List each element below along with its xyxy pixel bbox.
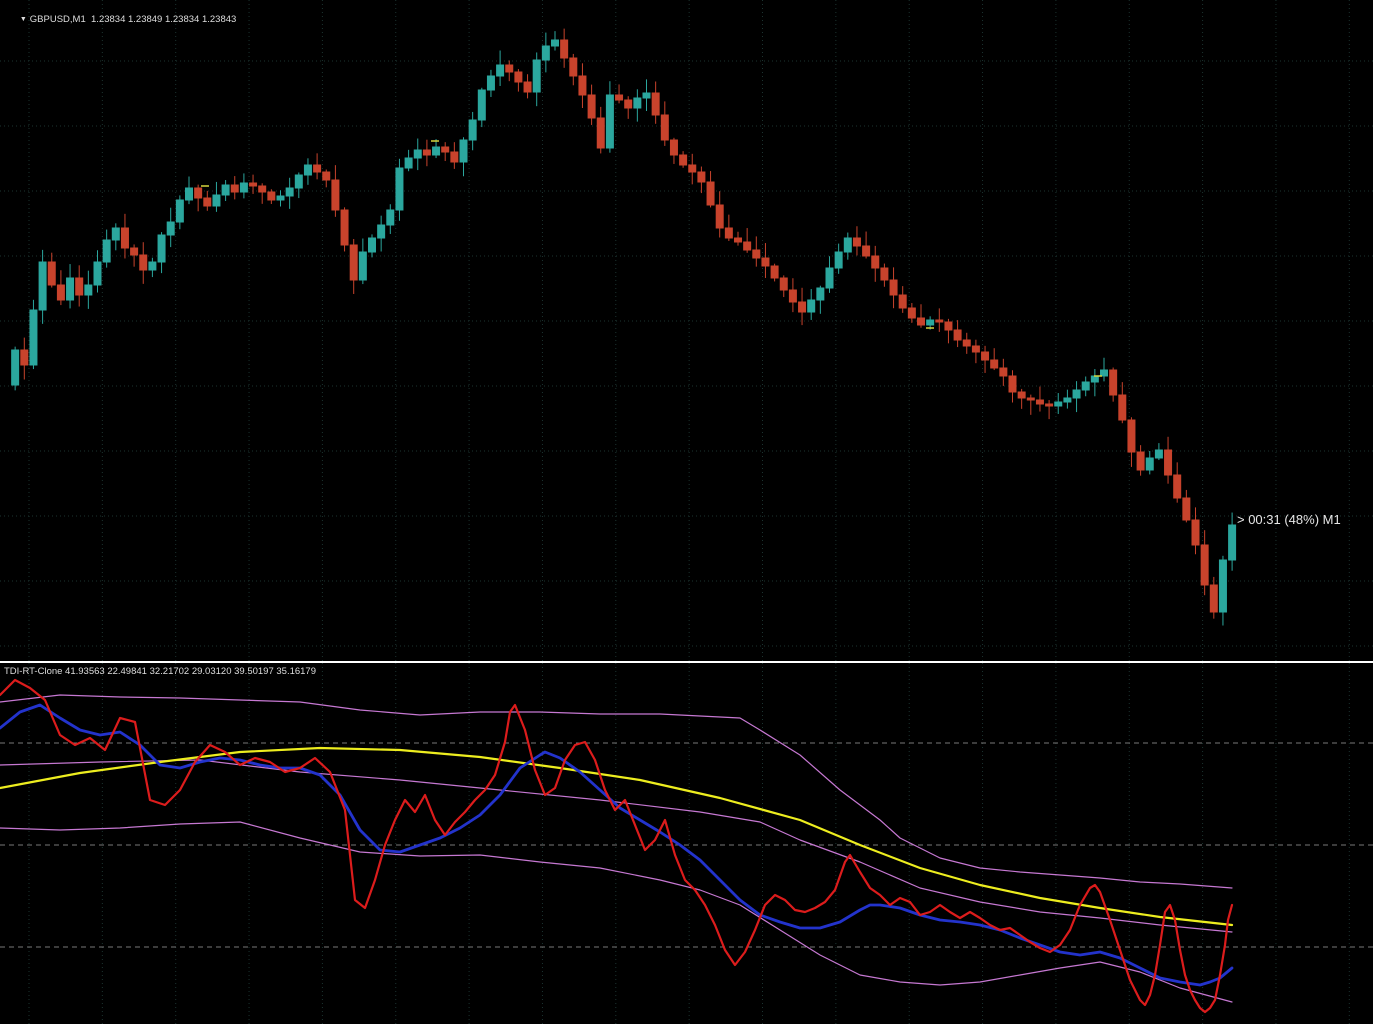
tdi-indicator-panel[interactable]: TDI-RT-Clone 41.93563 22.49841 32.21702 … <box>0 663 1373 1024</box>
candle-countdown-label: > 00:31 (48%) M1 <box>1237 512 1341 527</box>
price-chart-canvas[interactable] <box>0 0 1373 661</box>
chart-dropdown-arrow-icon[interactable]: ▼ <box>20 16 27 23</box>
mt4-chart-window: ▼ GBPUSD,M1 1.23834 1.23849 1.23834 1.238… <box>0 0 1373 1024</box>
tdi-indicator-label: TDI-RT-Clone 41.93563 22.49841 32.21702 … <box>4 666 316 677</box>
price-chart-panel[interactable]: ▼ GBPUSD,M1 1.23834 1.23849 1.23834 1.238… <box>0 0 1373 661</box>
chart-ohlc-text: GBPUSD,M1 1.23834 1.23849 1.23834 1.2384… <box>29 14 237 25</box>
chart-ohlc-label: ▼ GBPUSD,M1 1.23834 1.23849 1.23834 1.238… <box>4 3 236 37</box>
tdi-indicator-canvas[interactable] <box>0 663 1373 1024</box>
